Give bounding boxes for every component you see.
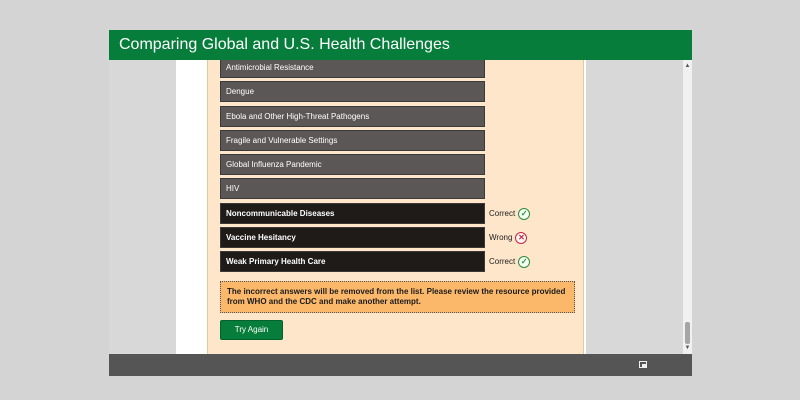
course-window: Comparing Global and U.S. Health Challen… [109,30,692,376]
feedback-label: Correct [489,209,516,218]
content-page: Antimicrobial Resistance Dengue Ebola an… [176,60,586,354]
answer-item-dengue[interactable]: Dengue [220,81,485,102]
answer-item-ebola[interactable]: Ebola and Other High-Threat Pathogens [220,106,485,127]
scrollbar-thumb[interactable] [685,322,690,344]
feedback-label: Wrong [489,233,513,242]
answer-item-noncommunicable-diseases[interactable]: Noncommunicable Diseases [220,203,485,224]
feedback-label: Correct [489,257,516,266]
fullscreen-icon[interactable] [639,361,647,368]
player-toolbar [109,354,692,376]
answer-item-influenza-pandemic[interactable]: Global Influenza Pandemic [220,154,485,175]
feedback-weak-primary-health-care: Correct ✓ [489,251,531,272]
x-circle-icon: ✕ [515,231,528,244]
answer-panel: Antimicrobial Resistance Dengue Ebola an… [207,60,584,354]
feedback-vaccine-hesitancy: Wrong ✕ [489,227,528,248]
check-circle-icon: ✓ [518,255,531,268]
scroll-up-arrow-icon[interactable]: ▲ [683,62,692,70]
content-viewport: Antimicrobial Resistance Dengue Ebola an… [109,60,692,354]
answer-item-antimicrobial-resistance[interactable]: Antimicrobial Resistance [220,60,485,78]
try-again-button[interactable]: Try Again [220,320,283,340]
check-circle-icon: ✓ [518,207,531,220]
window-title: Comparing Global and U.S. Health Challen… [109,30,692,60]
vertical-scrollbar[interactable]: ▲ ▼ [683,60,692,354]
answer-item-hiv[interactable]: HIV [220,178,485,199]
feedback-message: The incorrect answers will be removed fr… [220,281,575,313]
answer-item-weak-primary-health-care[interactable]: Weak Primary Health Care [220,251,485,272]
answer-item-fragile-settings[interactable]: Fragile and Vulnerable Settings [220,130,485,151]
scroll-down-arrow-icon[interactable]: ▼ [683,344,692,352]
feedback-noncommunicable-diseases: Correct ✓ [489,203,531,224]
answer-item-vaccine-hesitancy[interactable]: Vaccine Hesitancy [220,227,485,248]
